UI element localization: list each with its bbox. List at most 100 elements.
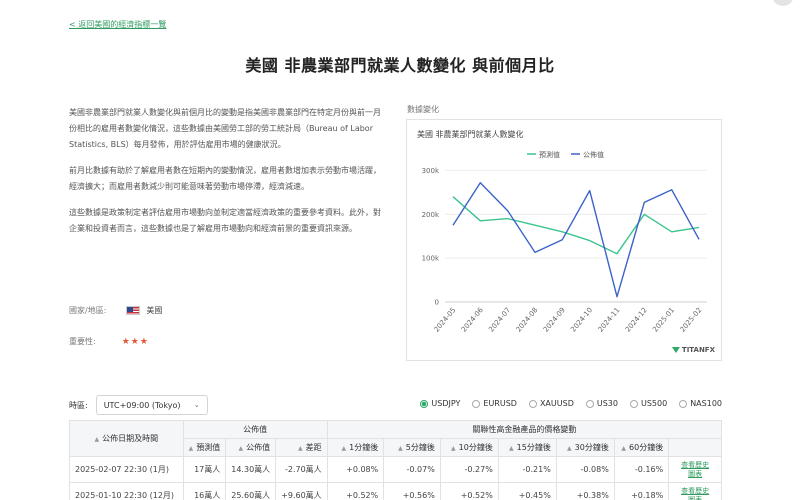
header-15min[interactable]: ▲ 15分鐘後 (497, 438, 557, 457)
cell-5min: -0.07% (383, 456, 441, 483)
cell-5min: +0.56% (383, 482, 441, 500)
radio-label: EURUSD (483, 399, 517, 408)
radio-eurusd[interactable]: EURUSD (472, 399, 517, 408)
header-diff[interactable]: ▲ 差距 (275, 438, 328, 457)
cell-1min: +0.08% (326, 456, 385, 483)
description: 美國非農業部門就業人數變化與前個月比的變動是指美國非農業部門在特定月份與前一月份… (69, 105, 381, 247)
x-tick-label: 2024-05 (433, 306, 458, 334)
history-chart-link[interactable]: 查看歷史圖表 (681, 487, 709, 500)
country-label: 國家/地區: (69, 306, 107, 315)
y-tick-label: 200k (422, 211, 440, 219)
timezone-select[interactable]: UTC+09:00 (Tokyo) ⌄ (95, 395, 208, 415)
line-chart: 美國 非農業部門就業人數變化預測值 公佈值 0 100k 200k 300k 2024-05… (417, 129, 707, 334)
cell-10min: -0.27% (439, 456, 499, 483)
radio-label: NAS100 (690, 399, 722, 408)
cell-datetime: 2025-01-10 22:30 (12月) (69, 482, 184, 500)
radio-label: US30 (596, 399, 618, 408)
radio-unselected-icon (679, 399, 688, 408)
header-forecast[interactable]: ▲ 預測值 (182, 438, 227, 457)
us-flag-icon (126, 306, 141, 315)
header-link (668, 438, 722, 457)
y-tick-label: 100k (422, 255, 440, 263)
radio-usdjpy[interactable]: USDJPY (420, 399, 460, 408)
radio-selected-icon (420, 399, 429, 408)
y-tick-label: 300k (422, 167, 440, 175)
timezone-value: UTC+09:00 (Tokyo) (103, 400, 181, 410)
x-tick-label: 2024-12 (624, 306, 649, 334)
timezone-row: 時區: UTC+09:00 (Tokyo) ⌄ (69, 395, 208, 415)
importance-row: 重要性: ★★★ (69, 336, 149, 347)
radio-unselected-icon (528, 399, 537, 408)
radio-us500[interactable]: US500 (629, 399, 668, 408)
legend-label-1: 預測值 (539, 150, 560, 159)
symbol-radio-group: USDJPY EURUSD XAUUSD US30 US500 NAS100 (420, 399, 722, 408)
legend-label-2: 公佈值 (583, 150, 604, 159)
sort-icon: ▲ (621, 445, 627, 452)
back-to-indicator-list-link[interactable]: < 返回美國的經濟指標一覽 (69, 19, 166, 30)
cell-forecast: 16萬人 (182, 482, 227, 500)
header-60min[interactable]: ▲ 60分鐘後 (613, 438, 670, 457)
x-tick-label: 2025-01 (651, 306, 676, 334)
radio-label: US500 (640, 399, 668, 408)
table-row: 2025-02-07 22:30 (1月) 17萬人 14.30萬人 -2.70… (69, 456, 722, 483)
release-history-table: ▲ 公佈日期及時間 公佈值 關聯性高金融產品的價格變動 ▲ 預測值 ▲ 公佈值 ▲ 差距… (69, 420, 723, 500)
y-tick-label: 0 (435, 299, 439, 307)
radio-unselected-icon (585, 399, 594, 408)
chart-container: 美國 非農業部門就業人數變化預測值 公佈值 0 100k 200k 300k 2024-05… (406, 119, 722, 361)
x-tick-label: 2025-02 (679, 306, 704, 334)
importance-label: 重要性: (69, 337, 96, 346)
x-tick-label: 2024-07 (487, 306, 512, 334)
table-row: 2025-01-10 22:30 (12月) 16萬人 25.60萬人 +9.6… (69, 482, 722, 500)
country-value: 美國 (146, 306, 163, 315)
x-tick-label: 2024-11 (597, 306, 622, 334)
page-title: 美國 非農業部門就業人數變化 與前個月比 (245, 56, 555, 75)
cell-diff: -2.70萬人 (275, 456, 328, 483)
sort-icon: ▲ (188, 445, 194, 452)
description-paragraph-3: 這些數據是政策制定者評估雇用市場動向並制定適當經濟政策的重要參考資料。此外，對企… (69, 208, 381, 233)
description-paragraph-1: 美國非農業部門就業人數變化與前個月比的變動是指美國非農業部門在特定月份與前一月份… (69, 108, 381, 149)
radio-us30[interactable]: US30 (585, 399, 618, 408)
header-actual[interactable]: ▲ 公佈值 (225, 438, 277, 457)
header-1min[interactable]: ▲ 1分鐘後 (326, 438, 385, 457)
titanfx-logo-text: TITANFX (681, 346, 715, 354)
timezone-label: 時區: (69, 400, 88, 410)
scroll-top-button[interactable] (772, 0, 794, 6)
radio-nas100[interactable]: NAS100 (679, 399, 722, 408)
sort-icon: ▲ (298, 445, 303, 452)
radio-label: XAUUSD (539, 399, 574, 408)
importance-stars: ★★★ (121, 336, 149, 347)
history-chart-link[interactable]: 查看歷史圖表 (681, 461, 709, 479)
x-tick-label: 2024-08 (515, 306, 540, 334)
header-5min[interactable]: ▲ 5分鐘後 (383, 438, 441, 457)
cell-diff: +9.60萬人 (275, 482, 328, 500)
header-datetime[interactable]: ▲ 公佈日期及時間 (69, 420, 184, 457)
sort-icon: ▲ (567, 445, 572, 452)
sort-icon: ▲ (398, 445, 403, 452)
header-group-announced: 公佈值 (182, 420, 328, 439)
sort-icon: ▲ (94, 436, 100, 443)
sort-icon: ▲ (509, 445, 514, 452)
table-header-row: ▲ 公佈日期及時間 公佈值 關聯性高金融產品的價格變動 (69, 420, 723, 457)
radio-xauusd[interactable]: XAUUSD (528, 399, 574, 408)
sort-icon: ▲ (238, 445, 244, 452)
x-tick-label: 2024-06 (460, 306, 485, 334)
cell-forecast: 17萬人 (182, 456, 227, 483)
cell-1min: +0.52% (326, 482, 385, 500)
header-group-related: 關聯性高金融產品的價格變動 (326, 420, 723, 439)
radio-unselected-icon (472, 399, 481, 408)
x-tick-label: 2024-09 (542, 306, 567, 334)
cell-actual: 25.60萬人 (225, 482, 277, 500)
sort-icon: ▲ (451, 445, 456, 452)
radio-label: USDJPY (431, 399, 461, 408)
radio-unselected-icon (629, 399, 638, 408)
titanfx-logo: TITANFX (671, 346, 715, 354)
header-10min[interactable]: ▲ 10分鐘後 (439, 438, 499, 457)
x-tick-label: 2024-10 (569, 306, 594, 334)
header-30min[interactable]: ▲ 30分鐘後 (555, 438, 615, 457)
cell-60min: +0.18% (613, 482, 670, 500)
cell-actual: 14.30萬人 (225, 456, 277, 483)
cell-60min: -0.16% (613, 456, 670, 483)
chart-title: 美國 非農業部門就業人數變化 (417, 129, 524, 139)
titanfx-logo-icon (671, 347, 680, 353)
series-line-1 (452, 196, 700, 255)
